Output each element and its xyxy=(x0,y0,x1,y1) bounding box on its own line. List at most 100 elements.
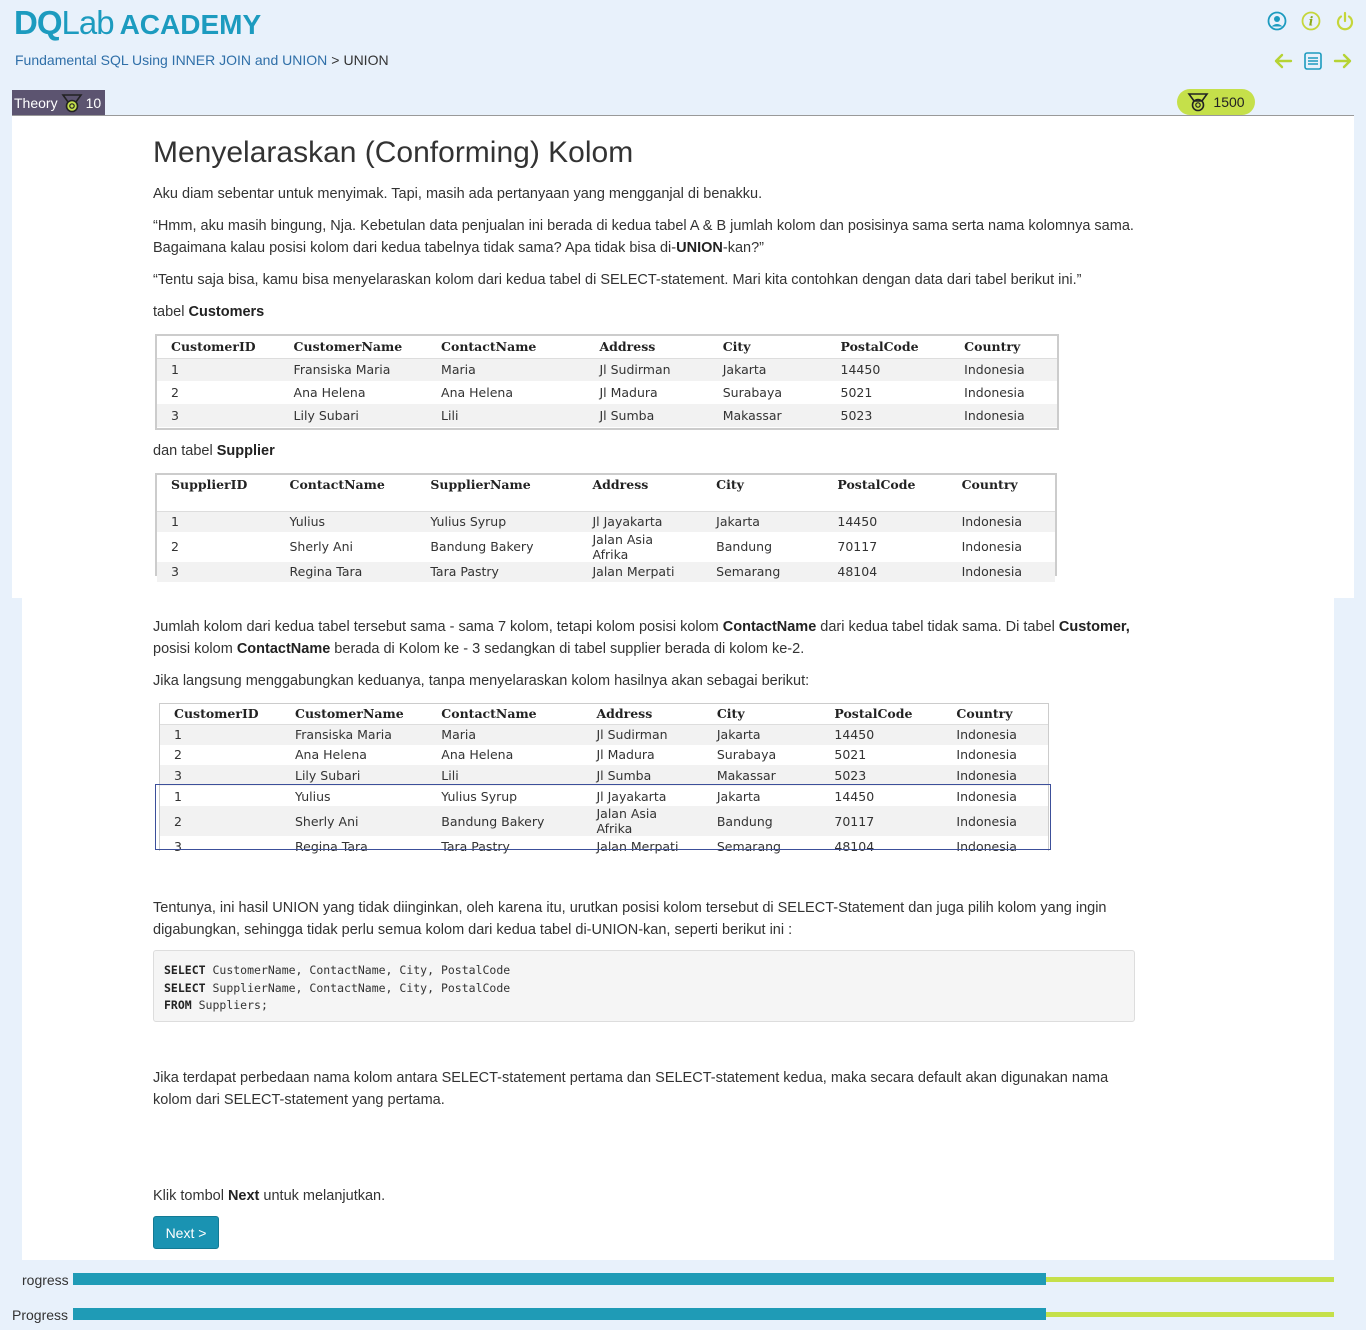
table-cell: Jakarta xyxy=(722,362,767,378)
table-cell: 2 xyxy=(174,747,182,763)
table-cell: 70117 xyxy=(837,539,878,554)
table-cell: Tara Pastry xyxy=(430,564,499,580)
progress-bar xyxy=(73,1308,1334,1320)
table-cell: Ana Helena xyxy=(441,747,514,763)
table-cell: Jl Madura xyxy=(596,747,655,763)
table-row: 3 Lily Subari Lili Jl Sumba Makassar 5023 Indo… xyxy=(160,765,1048,786)
logo[interactable]: DQLab ACADEMY xyxy=(14,4,261,42)
table-cell: Yulius Syrup xyxy=(430,514,507,529)
table-cell: Jl Madura xyxy=(599,385,658,400)
table-header-cell: PostalCode xyxy=(840,339,919,355)
paragraph-1: Aku diam sebentar untuk menyimak. Tapi, … xyxy=(153,186,763,202)
table-cell: 2 xyxy=(171,539,179,554)
table-cell: Makassar xyxy=(716,767,776,783)
code-line: SELECT SupplierName, ContactName, City, … xyxy=(164,980,511,995)
table-row: 1 Fransiska Maria Maria Jl Sudirman Jakarta 1… xyxy=(160,724,1048,745)
theory-tab[interactable]: Theory 10 xyxy=(12,90,106,115)
table-cell: 3 xyxy=(171,408,179,423)
progress-label-cut: rogress xyxy=(22,1272,69,1288)
paragraph-4: Jumlah kolom dari kedua tabel tersebut s… xyxy=(153,619,1130,657)
table-header-cell: Country xyxy=(961,477,1018,492)
table-cell: Indonesia xyxy=(964,408,1025,423)
table-header-cell: ContactName xyxy=(441,339,537,355)
table-header-cell: Address xyxy=(592,477,649,492)
code-line: FROM Suppliers; xyxy=(164,998,268,1012)
table-cell: 5023 xyxy=(834,767,867,783)
table-row: 1 Fransiska Maria Maria Jl Sudirman Jakarta 1… xyxy=(157,358,1057,381)
power-icon[interactable] xyxy=(1334,10,1356,32)
code-block: SELECT CustomerName, ContactName, City, … xyxy=(153,950,1135,1022)
table-header-cell: SupplierID xyxy=(171,477,248,492)
progress-bar xyxy=(73,1273,1334,1285)
table-cell: Jalan Asia Afrika xyxy=(592,531,654,562)
svg-text:i: i xyxy=(1309,15,1314,29)
table-cell: Lily Subari xyxy=(293,408,359,423)
breadcrumb-current: UNION xyxy=(343,52,389,68)
table-cell: Jakarta xyxy=(716,514,760,529)
list-icon[interactable] xyxy=(1302,50,1324,72)
user-icon[interactable] xyxy=(1266,10,1288,32)
table-header-row: CustomerID CustomerName ContactName Address… xyxy=(160,704,1048,724)
customers-caption: tabel Customers xyxy=(153,304,265,320)
customers-table-image: CustomerID CustomerName ContactName Address… xyxy=(155,334,1059,430)
breadcrumb-course-link[interactable]: Fundamental SQL Using INNER JOIN and UNI… xyxy=(15,52,327,68)
table-cell: Ana Helena xyxy=(441,385,513,400)
table-header-row: SupplierID ContactName SupplierName Address… xyxy=(157,475,1055,511)
table-header-cell: Country xyxy=(964,339,1021,355)
table-cell: 1 xyxy=(171,362,179,378)
nav-icons xyxy=(1272,50,1354,72)
table-cell: Lily Subari xyxy=(295,767,361,783)
table-cell: Makassar xyxy=(722,408,782,423)
table-cell: 5021 xyxy=(840,385,873,400)
paragraph-3: “Tentu saja bisa, kamu bisa menyelaraska… xyxy=(153,272,1082,288)
table-cell: 1 xyxy=(171,514,179,529)
table-cell: Fransiska Maria xyxy=(295,727,392,743)
supplier-caption: dan tabel Supplier xyxy=(153,443,275,459)
next-button[interactable]: Next > xyxy=(153,1216,219,1249)
logo-academy: ACADEMY xyxy=(119,9,262,40)
table-cell: Jl Sumba xyxy=(599,408,655,423)
progress-fill xyxy=(73,1308,1046,1320)
table-header-row: CustomerID CustomerName ContactName Address… xyxy=(157,336,1057,358)
top-icons: i xyxy=(1266,10,1356,32)
table-cell: 5021 xyxy=(834,747,867,763)
table-header-cell: PostalCode xyxy=(837,477,916,492)
table-cell: Maria xyxy=(441,727,477,743)
paragraph-6: Tentunya, ini hasil UNION yang tidak dii… xyxy=(153,900,1107,938)
table-cell: Indonesia xyxy=(961,514,1023,529)
lesson-title: Menyelaraskan (Conforming) Kolom xyxy=(153,136,634,169)
info-icon[interactable]: i xyxy=(1300,10,1322,32)
arrow-right-icon[interactable] xyxy=(1332,50,1354,72)
paragraph-2: “Hmm, aku masih bingung, Nja. Kebetulan … xyxy=(153,218,1134,256)
table-row: 1 Yulius Yulius Syrup Jl Jayakarta Jakarta 14… xyxy=(157,511,1055,532)
progress-label: Progress xyxy=(12,1307,69,1323)
table-cell: 3 xyxy=(174,767,182,783)
paragraph-7: Jika terdapat perbedaan nama kolom antar… xyxy=(153,1070,1109,1108)
table-cell: 48104 xyxy=(837,564,878,580)
code-line: SELECT CustomerName, ContactName, City, … xyxy=(164,963,511,977)
table-header-cell: City xyxy=(722,339,751,355)
table-cell: Jl Jayakarta xyxy=(592,514,663,529)
table-cell: Maria xyxy=(441,362,476,378)
table-cell: Jakarta xyxy=(716,727,761,743)
progress-remaining xyxy=(1046,1312,1334,1317)
table-cell: Semarang xyxy=(716,564,781,580)
arrow-left-icon[interactable] xyxy=(1272,50,1294,72)
table-cell: 2 xyxy=(171,385,179,400)
table-header-cell: CustomerID xyxy=(174,706,259,722)
table-cell: Indonesia xyxy=(961,564,1023,580)
table-header-cell: CustomerID xyxy=(171,339,256,355)
table-cell: Bandung xyxy=(716,539,773,554)
breadcrumb: Fundamental SQL Using INNER JOIN and UNI… xyxy=(15,52,389,68)
table-cell: Indonesia xyxy=(956,747,1017,763)
total-points: 1500 xyxy=(1213,94,1245,110)
table-header-cell: Address xyxy=(599,339,656,355)
table-cell: Yulius xyxy=(289,514,326,529)
table-cell: 14450 xyxy=(834,727,875,743)
table-cell: 3 xyxy=(171,564,179,580)
points-badge: 1500 xyxy=(1177,89,1255,115)
table-cell: Indonesia xyxy=(961,539,1023,554)
logo-lab: Lab xyxy=(61,4,115,41)
table-cell: Fransiska Maria xyxy=(293,362,391,378)
supplier-table-image: SupplierID ContactName SupplierName Address… xyxy=(155,473,1057,582)
